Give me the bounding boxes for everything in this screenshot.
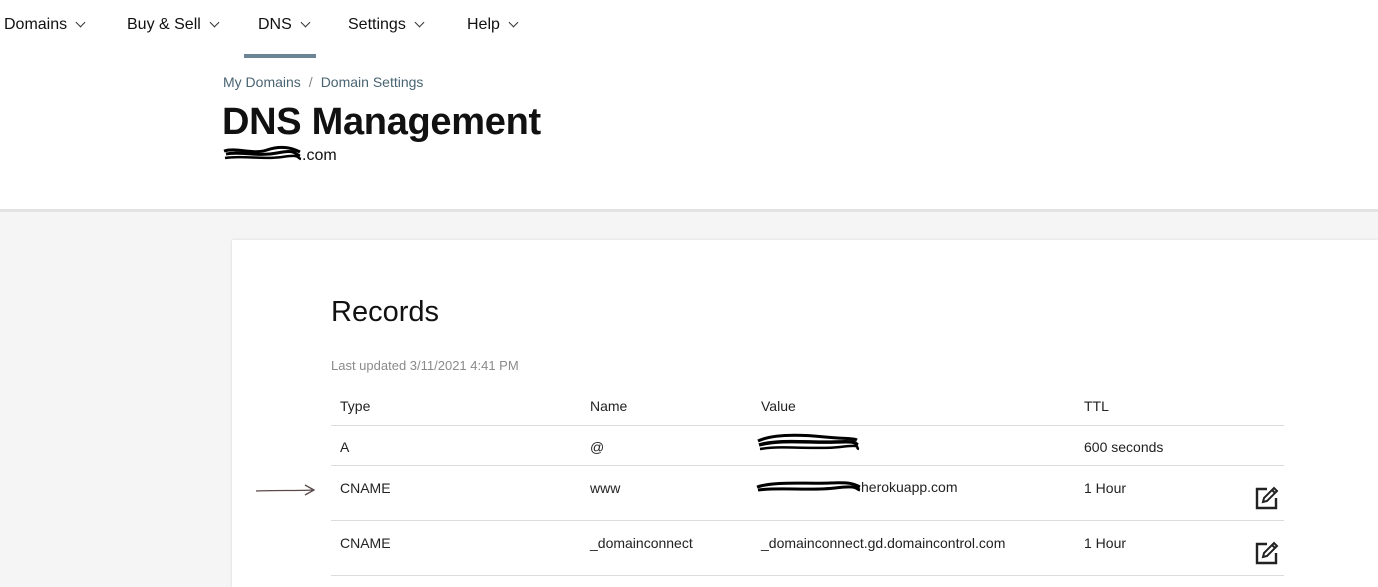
- nav-help-label: Help: [467, 16, 500, 33]
- breadcrumb-my-domains[interactable]: My Domains: [223, 74, 301, 90]
- chevron-down-icon: [209, 17, 220, 28]
- cell-type: CNAME: [340, 480, 391, 496]
- chevron-down-icon: [414, 17, 425, 28]
- nav-active-indicator: [244, 54, 316, 58]
- redacted-scribble: [756, 481, 861, 492]
- breadcrumb-domain-settings[interactable]: Domain Settings: [321, 74, 424, 90]
- edit-icon[interactable]: [1254, 540, 1280, 566]
- column-header-name[interactable]: Name: [590, 398, 627, 414]
- cell-ttl: 600 seconds: [1084, 439, 1164, 455]
- cell-ttl: 1 Hour: [1084, 535, 1127, 551]
- redacted-scribble: [222, 145, 302, 166]
- table-divider: [331, 465, 1284, 466]
- nav-domains[interactable]: Domains: [4, 16, 86, 34]
- breadcrumb-separator: /: [308, 74, 313, 90]
- last-updated-text: Last updated 3/11/2021 4:41 PM: [331, 358, 519, 373]
- cell-value: _domainconnect.gd.domaincontrol.com: [761, 535, 1006, 551]
- cell-name: @: [590, 439, 605, 455]
- edit-icon[interactable]: [1254, 485, 1280, 511]
- nav-settings-label: Settings: [348, 16, 406, 33]
- cell-name: _domainconnect: [590, 535, 693, 551]
- annotation-arrow-icon: [255, 482, 317, 503]
- cell-type: A: [340, 439, 350, 455]
- domain-name: .com: [222, 145, 337, 166]
- cell-value: herokuapp.com: [755, 478, 958, 496]
- breadcrumb: My Domains / Domain Settings: [223, 74, 423, 90]
- table-divider: [331, 425, 1284, 426]
- nav-settings[interactable]: Settings: [348, 16, 425, 34]
- column-header-ttl[interactable]: TTL: [1084, 398, 1109, 414]
- top-nav: Domains Buy & Sell DNS Settings Help: [0, 0, 1378, 58]
- records-title: Records: [331, 296, 439, 328]
- cell-value-redacted: [755, 431, 860, 456]
- page-title: DNS Management: [222, 101, 541, 143]
- cell-name: www: [590, 480, 621, 496]
- table-divider: [331, 575, 1284, 576]
- chevron-down-icon: [75, 17, 86, 28]
- table-divider: [331, 520, 1284, 521]
- nav-domains-label: Domains: [4, 16, 68, 33]
- domain-suffix: .com: [302, 146, 337, 164]
- nav-buy-sell-label: Buy & Sell: [127, 16, 201, 33]
- chevron-down-icon: [300, 17, 311, 28]
- nav-buy-sell[interactable]: Buy & Sell: [127, 16, 220, 34]
- cell-value-text: herokuapp.com: [861, 479, 958, 495]
- cell-type: CNAME: [340, 535, 391, 551]
- column-header-value[interactable]: Value: [761, 398, 796, 414]
- chevron-down-icon: [508, 17, 519, 28]
- cell-ttl: 1 Hour: [1084, 480, 1127, 496]
- nav-help[interactable]: Help: [467, 16, 519, 34]
- column-header-type[interactable]: Type: [340, 398, 370, 414]
- nav-dns[interactable]: DNS: [258, 16, 311, 34]
- nav-dns-label: DNS: [258, 16, 292, 33]
